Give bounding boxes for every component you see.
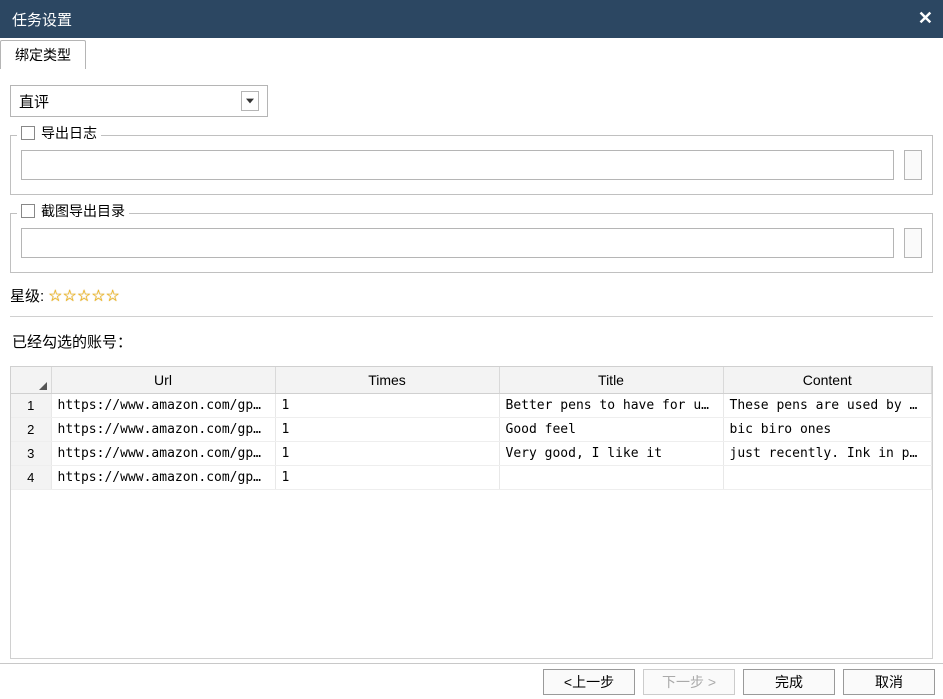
cell-times[interactable]: 1 bbox=[275, 418, 499, 442]
cell-url[interactable]: https://www.amazon.com/gp/... bbox=[51, 418, 275, 442]
export-log-path-input[interactable] bbox=[21, 150, 894, 180]
table-row[interactable]: 4https://www.amazon.com/gp/...1 bbox=[11, 466, 932, 490]
export-log-group: 导出日志 bbox=[10, 135, 933, 195]
cell-title[interactable]: Very good, I like it bbox=[499, 442, 723, 466]
cell-url[interactable]: https://www.amazon.com/gp/... bbox=[51, 466, 275, 490]
divider bbox=[10, 316, 933, 317]
next-button: 下一步 > bbox=[643, 669, 735, 695]
cell-content[interactable]: just recently. Ink in pens... bbox=[723, 442, 932, 466]
dropdown-value: 直评 bbox=[19, 91, 241, 112]
row-number: 2 bbox=[11, 418, 51, 442]
col-times[interactable]: Times bbox=[275, 367, 499, 394]
cell-times[interactable]: 1 bbox=[275, 466, 499, 490]
screenshot-dir-path-input[interactable] bbox=[21, 228, 894, 258]
cancel-button[interactable]: 取消 bbox=[843, 669, 935, 695]
star-icon[interactable]: ☆ bbox=[91, 286, 105, 306]
export-log-checkbox[interactable] bbox=[21, 126, 35, 140]
cell-content[interactable] bbox=[723, 466, 932, 490]
cell-title[interactable] bbox=[499, 466, 723, 490]
cell-title[interactable]: Better pens to have for use bbox=[499, 394, 723, 418]
tab-binding-type[interactable]: 绑定类型 bbox=[0, 40, 86, 69]
export-log-label: 导出日志 bbox=[41, 123, 97, 143]
chevron-down-icon[interactable] bbox=[241, 91, 259, 111]
star-icon[interactable]: ☆ bbox=[48, 286, 62, 306]
close-icon[interactable]: ✕ bbox=[918, 8, 933, 29]
cell-url[interactable]: https://www.amazon.com/gp/... bbox=[51, 394, 275, 418]
table-row[interactable]: 3https://www.amazon.com/gp/...1Very good… bbox=[11, 442, 932, 466]
row-number: 3 bbox=[11, 442, 51, 466]
export-log-browse-button[interactable] bbox=[904, 150, 922, 180]
accounts-table: Url Times Title Content 1https://www.ama… bbox=[10, 366, 933, 659]
star-icon[interactable]: ☆ bbox=[77, 286, 91, 306]
binding-type-dropdown[interactable]: 直评 bbox=[10, 85, 268, 117]
screenshot-dir-checkbox[interactable] bbox=[21, 204, 35, 218]
window-title: 任务设置 bbox=[12, 9, 72, 30]
cell-times[interactable]: 1 bbox=[275, 442, 499, 466]
table-header-row: Url Times Title Content bbox=[11, 367, 932, 394]
cell-title[interactable]: Good feel bbox=[499, 418, 723, 442]
col-title[interactable]: Title bbox=[499, 367, 723, 394]
cell-content[interactable]: These pens are used by doc... bbox=[723, 394, 932, 418]
footer: <上一步 下一步 > 完成 取消 bbox=[0, 663, 943, 699]
col-content[interactable]: Content bbox=[723, 367, 932, 394]
star-icon[interactable]: ☆ bbox=[106, 286, 120, 306]
tab-bar: 绑定类型 bbox=[0, 40, 943, 69]
cell-url[interactable]: https://www.amazon.com/gp/... bbox=[51, 442, 275, 466]
table-row[interactable]: 1https://www.amazon.com/gp/...1 Better p… bbox=[11, 394, 932, 418]
star-label: 星级: bbox=[10, 285, 44, 306]
prev-button[interactable]: <上一步 bbox=[543, 669, 635, 695]
star-icon[interactable]: ☆ bbox=[63, 286, 77, 306]
row-corner[interactable] bbox=[11, 367, 51, 394]
title-bar: 任务设置 ✕ bbox=[0, 0, 943, 38]
selected-accounts-label: 已经勾选的账号： bbox=[10, 331, 933, 352]
screenshot-dir-browse-button[interactable] bbox=[904, 228, 922, 258]
row-number: 1 bbox=[11, 394, 51, 418]
table-row[interactable]: 2https://www.amazon.com/gp/...1Good feel… bbox=[11, 418, 932, 442]
cell-content[interactable]: bic biro ones bbox=[723, 418, 932, 442]
screenshot-dir-group: 截图导出目录 bbox=[10, 213, 933, 273]
col-url[interactable]: Url bbox=[51, 367, 275, 394]
row-number: 4 bbox=[11, 466, 51, 490]
cell-times[interactable]: 1 bbox=[275, 394, 499, 418]
screenshot-dir-label: 截图导出目录 bbox=[41, 201, 125, 221]
star-rating[interactable]: ☆ ☆ ☆ ☆ ☆ bbox=[48, 286, 120, 306]
finish-button[interactable]: 完成 bbox=[743, 669, 835, 695]
